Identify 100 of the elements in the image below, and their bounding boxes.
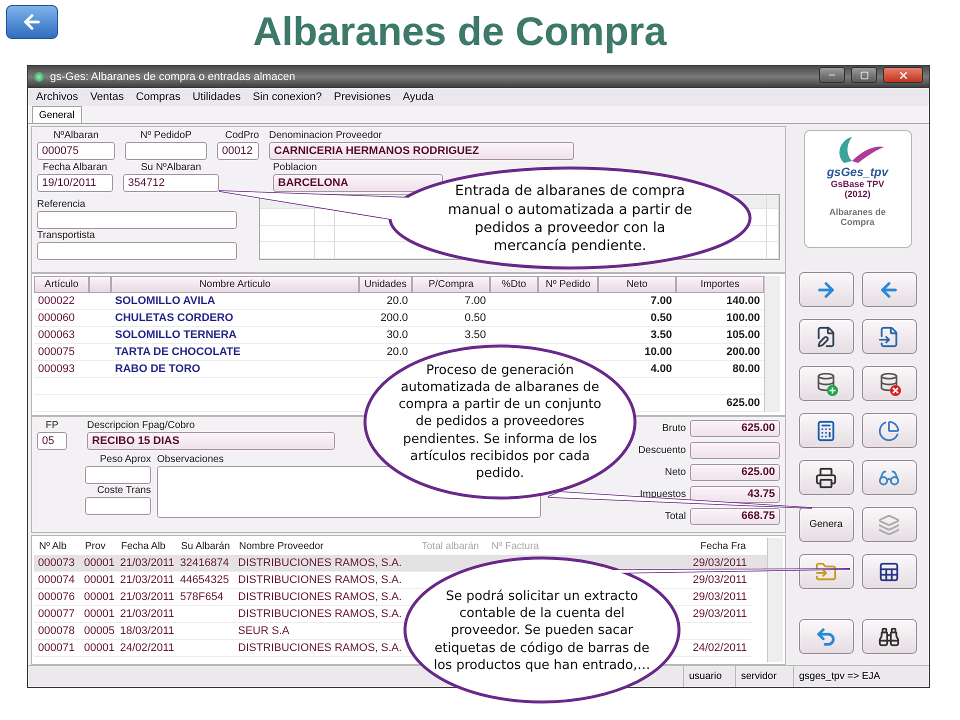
table-cell: 20.0 — [386, 346, 408, 358]
slide-title: Albaranes de Compra — [253, 10, 666, 55]
tooltip-text: Se podrá solicitar un extracto contable de la cuenta del proveedor. Se pueden sacar etiquetas de código de barras de los productos que han entrado,… — [432, 588, 652, 675]
status-connection: gsges_tpv => EJA — [793, 666, 929, 687]
input-field[interactable]: BARCELONA — [273, 174, 443, 192]
tab[interactable]: General — [32, 106, 82, 123]
input-field[interactable] — [125, 142, 207, 160]
input-field[interactable] — [690, 442, 780, 459]
column-header[interactable]: P/Compra — [412, 276, 490, 293]
toolbar-button[interactable] — [798, 460, 854, 495]
column-header[interactable]: Unidades — [359, 276, 412, 293]
column-header[interactable]: Neto — [598, 276, 676, 293]
table-cell[interactable]: 000078 — [38, 624, 75, 637]
table-cell: 000073 — [38, 556, 75, 569]
column-header[interactable]: Artículo — [34, 276, 89, 293]
table-cell: 000022 — [38, 294, 75, 307]
minimize-button[interactable] — [819, 67, 845, 83]
product-year: (2012) — [844, 189, 870, 199]
table-cell: 00001 — [84, 574, 115, 586]
field-label: Denominacion Proveedor — [269, 130, 382, 141]
table-cell: DISTRIBUCIONES RAMOS, S.A. — [238, 590, 402, 603]
menu-item[interactable]: Ventas — [90, 91, 124, 103]
table-cell: 29/03/2011 — [692, 574, 747, 586]
table-cell: 3.50 — [650, 328, 672, 341]
table-cell: 140.00 — [726, 294, 760, 307]
table-cell: 30.0 — [386, 328, 408, 341]
toolbar-button[interactable] — [798, 554, 854, 589]
column-header[interactable]: Importes — [676, 276, 764, 293]
table-cell[interactable]: 000076 — [38, 590, 75, 603]
input-field[interactable] — [37, 211, 237, 229]
input-field[interactable]: 625.00 — [690, 420, 780, 437]
column-header[interactable]: Nº Pedido — [538, 276, 598, 293]
tooltip-text: Entrada de albaranes de compra manual o automatizada a partir de pedidos a proveedor con la mercancía pendiente. — [446, 182, 694, 256]
table-cell: 29/03/2011 — [692, 556, 747, 569]
menu-item[interactable]: Compras — [136, 91, 180, 103]
menu-item[interactable]: Sin conexion? — [252, 91, 322, 103]
toolbar-button[interactable] — [862, 319, 916, 354]
input-field[interactable]: 668.75 — [690, 508, 780, 525]
input-field[interactable]: 19/10/2011 — [37, 174, 113, 192]
toolbar-button[interactable] — [798, 413, 854, 448]
field-label: CodPro — [225, 130, 259, 141]
window-title: gs-Ges: Albaranes de compra o entradas almacen — [50, 71, 296, 83]
input-field[interactable]: 00012 — [217, 142, 259, 160]
module-name: Albaranes de Compra — [828, 207, 887, 227]
table-cell[interactable]: 000077 — [38, 608, 75, 620]
table-cell: 21/03/2011 — [120, 556, 174, 569]
table-cell: 000093 — [38, 362, 75, 375]
menu-item[interactable]: Ayuda — [402, 91, 434, 103]
tooltip-text: Proceso de generación automatizada de albaranes de compra a partir de un conjunto de pedidos a proveedores pendientes. Se informa de los artículos recibidos por cada pedido. — [398, 362, 602, 483]
toolbar-button[interactable] — [862, 366, 916, 401]
table-cell: 00005 — [84, 624, 115, 637]
table-cell: DISTRIBUCIONES RAMOS, S.A. — [238, 574, 402, 586]
document-arrow-icon — [878, 326, 900, 348]
column-header[interactable]: %Dto — [490, 276, 538, 293]
input-field[interactable] — [37, 242, 237, 260]
table-cell: SOLOMILLO TERNERA — [115, 328, 237, 341]
printer-icon — [815, 466, 837, 488]
generate-button[interactable]: Genera — [798, 507, 854, 542]
table-cell: 0.50 — [464, 312, 486, 324]
close-button[interactable] — [883, 67, 923, 83]
field-label: Su NºAlbaran — [140, 162, 202, 173]
layers-icon — [878, 514, 900, 536]
scrollbar[interactable] — [767, 538, 783, 662]
table-cell: 29/03/2011 — [692, 590, 747, 603]
input-field[interactable]: 625.00 — [690, 464, 780, 481]
field-label: Descuento — [638, 444, 686, 456]
input-field[interactable] — [85, 466, 151, 484]
field-label: Coste Trans — [97, 484, 151, 496]
table-cell[interactable]: 000074 — [38, 574, 75, 586]
field-label: Neto — [664, 466, 686, 478]
input-field[interactable]: 000075 — [37, 142, 115, 160]
input-field[interactable]: RECIBO 15 DIAS — [87, 432, 335, 450]
toolbar-button[interactable] — [798, 366, 854, 401]
field-label: Transportista — [37, 230, 95, 241]
input-field[interactable]: 43.75 — [690, 486, 780, 503]
input-field[interactable]: 354712 — [123, 174, 219, 192]
menu-item[interactable]: Archivos — [36, 91, 78, 103]
table-cell: 80.00 — [732, 362, 760, 375]
input-field[interactable] — [85, 496, 151, 515]
scrollbar[interactable] — [764, 276, 780, 412]
toolbar-button[interactable] — [862, 619, 916, 654]
menu-item[interactable]: Utilidades — [192, 91, 241, 103]
calculator-icon — [815, 420, 837, 442]
maximize-button[interactable] — [851, 67, 877, 83]
table-cell[interactable]: 000071 — [38, 642, 75, 654]
pie-chart-icon — [878, 420, 900, 442]
input-field[interactable]: 05 — [37, 432, 67, 450]
column-header[interactable] — [89, 276, 111, 293]
toolbar-button[interactable] — [798, 319, 854, 354]
back-button[interactable] — [6, 4, 58, 38]
table-cell: 00001 — [84, 608, 115, 620]
table-cell: TARTA DE CHOCOLATE — [115, 346, 240, 358]
column-header[interactable]: Nombre Articulo — [111, 276, 359, 293]
total-cell: 625.00 — [726, 396, 760, 409]
table-cell: 21/03/2011 — [120, 574, 174, 586]
toolbar-button[interactable] — [862, 554, 916, 589]
app-icon — [34, 72, 44, 82]
field-label: Referencia — [37, 199, 86, 210]
menu-item[interactable]: Previsiones — [334, 91, 391, 103]
input-field[interactable]: CARNICERIA HERMANOS RODRIGUEZ — [269, 142, 574, 160]
